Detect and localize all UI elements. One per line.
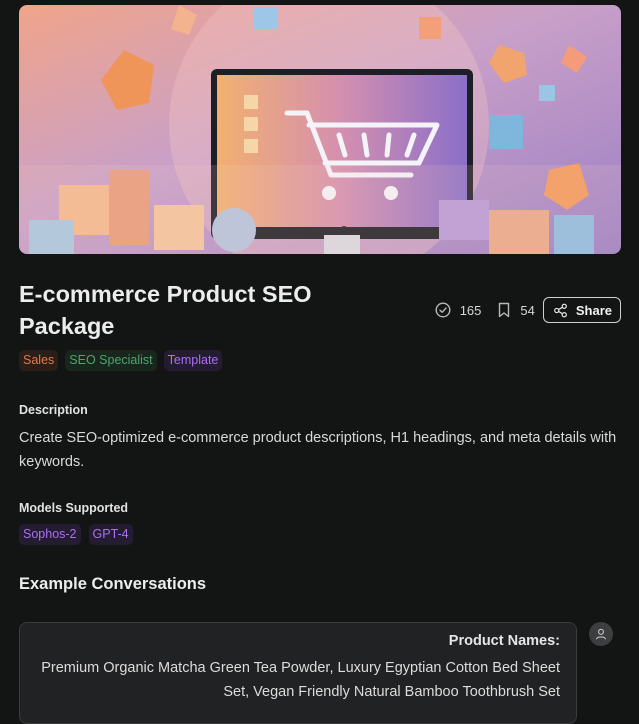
share-icon bbox=[553, 303, 567, 317]
model-gpt-4[interactable]: GPT-4 bbox=[88, 524, 133, 545]
check-circle-icon bbox=[435, 302, 451, 318]
tag-template[interactable]: Template bbox=[163, 350, 223, 371]
description-text: Create SEO-optimized e-commerce product … bbox=[19, 430, 617, 470]
saves-count: 54 bbox=[520, 302, 535, 318]
user-icon bbox=[595, 628, 607, 640]
tag-sales[interactable]: Sales bbox=[19, 350, 59, 371]
share-button[interactable]: Share bbox=[542, 297, 621, 323]
tag-seo-specialist[interactable]: SEO Specialist bbox=[65, 350, 157, 371]
page-title: E-commerce Product SEO Package bbox=[19, 281, 312, 339]
conversation-message: Product Names: Premium Organic Matcha Gr… bbox=[19, 622, 577, 724]
message-heading: Product Names: bbox=[448, 633, 560, 649]
tag-list: Sales SEO Specialist Template bbox=[19, 350, 223, 371]
uses-stat[interactable]: 165 bbox=[435, 302, 482, 318]
saves-stat[interactable]: 54 bbox=[497, 302, 535, 318]
models-list: Sophos-2 GPT-4 bbox=[19, 524, 133, 545]
user-avatar bbox=[589, 622, 613, 646]
description-label: Description bbox=[19, 403, 88, 417]
hero-image bbox=[19, 5, 621, 254]
models-label: Models Supported bbox=[19, 501, 129, 515]
hero-illustration bbox=[19, 5, 621, 254]
model-sophos-2[interactable]: Sophos-2 bbox=[19, 524, 81, 545]
share-label: Share bbox=[575, 302, 612, 318]
bookmark-icon bbox=[499, 302, 510, 318]
examples-title: Example Conversations bbox=[19, 575, 207, 593]
message-body: Premium Organic Matcha Green Tea Powder,… bbox=[41, 660, 560, 700]
stats-bar: 165 54 Share bbox=[435, 296, 621, 324]
uses-count: 165 bbox=[459, 302, 482, 318]
